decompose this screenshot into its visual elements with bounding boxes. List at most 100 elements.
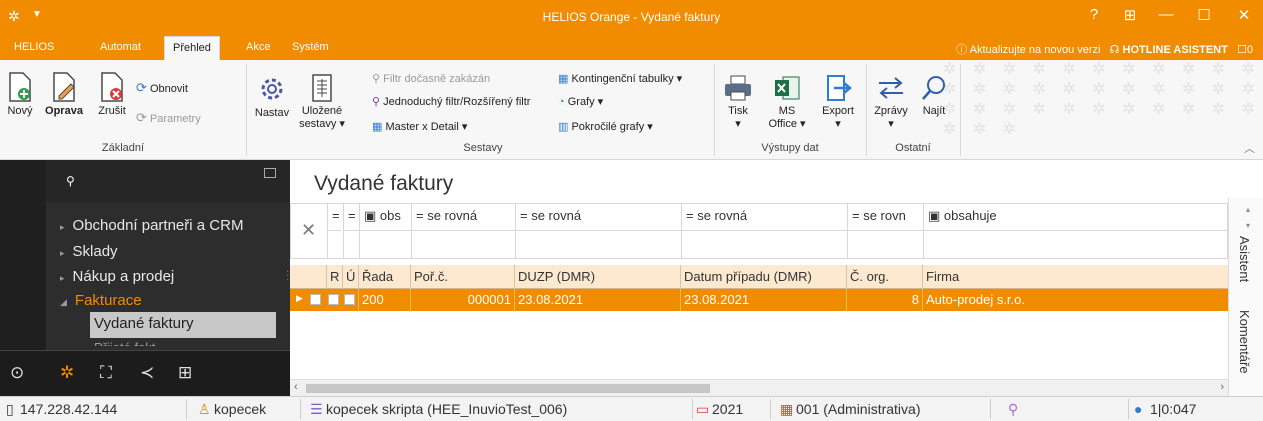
cell-duzp: 23.08.2021 (514, 289, 680, 311)
sidebar-left-strip (0, 160, 46, 350)
filter-operator: ▣ obs (364, 208, 401, 223)
settings-button[interactable]: Nastav (252, 74, 292, 119)
filter-disabled-button[interactable]: ⚲ Filtr dočasně zakázán (372, 72, 490, 85)
favorites-icon[interactable]: ✲ (60, 363, 74, 383)
status-separator (990, 399, 991, 419)
column-header-firma[interactable]: Firma (922, 265, 1228, 289)
filter-datum[interactable]: = se rovná (681, 204, 847, 258)
ribbon-tabs: HELIOS Automat Přehled Akce Systém ⓘ Akt… (0, 36, 1263, 60)
title-bar: ✲ ▼ HELIOS Orange - Vydané faktury ? ⊞ —… (0, 0, 1263, 36)
filter-icon[interactable]: ⚲ (1008, 401, 1018, 418)
column-header-rada[interactable]: Řada (358, 265, 410, 289)
invoice-grid: ✕ = = ▣ obs = se rovná = se rovná = se r… (290, 203, 1228, 396)
export-button[interactable]: Export ▾ (816, 74, 860, 130)
master-detail-button[interactable]: ▦ Master x Detail ▾ (372, 120, 467, 133)
pivot-tables-button[interactable]: ▦ Kontingenční tabulky ▾ (558, 72, 682, 85)
column-header-duzp[interactable]: DUZP (DMR) (514, 265, 680, 289)
group-label-vystupy: Výstupy dat (761, 142, 819, 154)
saved-reports-label-2: sestavy ▾ (299, 118, 345, 130)
saved-reports-button[interactable]: Uložené sestavy ▾ (298, 74, 346, 130)
tree-icon[interactable]: ⛶ (100, 363, 112, 383)
sidebar-subitem-vydane-faktury[interactable]: Vydané faktury (90, 312, 276, 338)
table-row[interactable]: ▶ 200 000001 23.08.2021 23.08.2021 8 Aut… (290, 289, 1228, 311)
filter-u[interactable]: = (343, 204, 359, 258)
ribbon-display-icon[interactable]: ⊞ (1116, 6, 1144, 24)
scroll-up-down-icon[interactable]: ▴ ▾ (1246, 206, 1250, 230)
messages-label: Zprávy (874, 105, 908, 117)
search-icon[interactable]: ⚲ (66, 174, 75, 188)
filter-corg[interactable]: = se rovn (847, 204, 923, 258)
status-separator (692, 399, 693, 419)
ms-office-button[interactable]: MS Office ▾ (762, 74, 812, 130)
scroll-right-icon[interactable]: › (1220, 381, 1224, 393)
sidebar-resize-grip[interactable]: · · · (286, 267, 289, 285)
sidebar-item-sklady[interactable]: ▸ Sklady (60, 243, 118, 260)
scrollbar-thumb[interactable] (306, 384, 710, 393)
filter-off-icon: ⚲ (372, 73, 381, 85)
tab-system[interactable]: Systém (292, 41, 329, 53)
new-document-icon (9, 72, 31, 102)
sidebar-item-nakup[interactable]: ▸ Nákup a prodej (60, 268, 174, 285)
filter-operator: = se rovná (416, 208, 478, 223)
accounting-year[interactable]: 2021 (712, 401, 743, 417)
cell-datum: 23.08.2021 (680, 289, 846, 311)
tab-asistent[interactable]: Asistent (1237, 236, 1252, 282)
sidebar-item-partners[interactable]: ▸ Obchodní partneři a CRM (60, 217, 243, 234)
filter-r[interactable]: = (327, 204, 341, 258)
tab-komentare[interactable]: Komentáře (1237, 310, 1252, 374)
checkbox-u[interactable] (344, 294, 355, 305)
print-button[interactable]: Tisk ▾ (718, 74, 758, 130)
column-header-porc[interactable]: Poř.č. (410, 265, 514, 289)
expand-arrow-icon: ▸ (60, 248, 65, 258)
collapse-ribbon-icon[interactable]: ︿ (1244, 140, 1255, 156)
parameters-button[interactable]: ⟳ Parametry (136, 110, 201, 126)
column-header-r[interactable]: R (326, 265, 342, 289)
status-separator (1128, 399, 1129, 419)
edit-button[interactable]: Oprava (42, 72, 86, 117)
filter-duzp[interactable]: = se rovná (515, 204, 681, 258)
simple-filter-button[interactable]: ⚲ Jednoduchý filtr/Rozšířený filtr (372, 95, 530, 108)
message-icon[interactable]: ☐ (1237, 44, 1247, 56)
advanced-charts-button[interactable]: ▥ Pokročilé grafy ▾ (558, 120, 653, 133)
cell-rada: 200 (358, 289, 410, 311)
refresh-button[interactable]: ⟳ Obnovit (136, 80, 188, 96)
column-header-corg[interactable]: Č. org. (846, 265, 922, 289)
maximize-button[interactable]: ☐ (1190, 6, 1218, 24)
tab-akce[interactable]: Akce (246, 41, 270, 53)
hotline-assistant-link[interactable]: HOTLINE ASISTENT (1123, 44, 1228, 56)
share-icon[interactable]: ≺ (140, 363, 154, 383)
horizontal-scrollbar[interactable]: ‹ › (290, 379, 1228, 396)
filter-rada[interactable]: ▣ obs (359, 204, 411, 258)
ribbon-background-pattern: ✲ ✲ ✲ ✲ ✲ ✲ ✲ ✲ ✲ ✲ ✲ ✲ ✲ ✲ ✲ ✲ ✲ ✲ ✲ ✲ … (943, 61, 1261, 138)
tab-helios[interactable]: HELIOS (14, 41, 54, 53)
sidebar-search[interactable]: ⚲ (46, 160, 290, 202)
ms-office-label-1: MS (778, 105, 796, 117)
charts-button[interactable]: ◔ Grafy ▾ (558, 95, 603, 108)
organization[interactable]: 001 (Administrativa) (796, 401, 921, 417)
close-button[interactable]: ✕ (1230, 6, 1258, 24)
cell-porc: 000001 (410, 289, 514, 311)
sidebar-item-fakturace[interactable]: ◢ Fakturace (60, 292, 142, 309)
scroll-left-icon[interactable]: ‹ (294, 381, 298, 393)
sidebar-subitem-prijate-faktury[interactable]: Přijaté fakt (94, 340, 155, 346)
group-label-zakladni: Základní (101, 142, 145, 154)
tab-prehled[interactable]: Přehled (164, 36, 220, 60)
messages-button[interactable]: Zprávy ▾ (870, 74, 912, 130)
clear-filter-icon[interactable]: ✕ (301, 220, 316, 241)
update-notice-link[interactable]: ⓘ Aktualizujte na novou verzi (956, 44, 1100, 56)
expand-circle-icon[interactable]: ⊙ (10, 363, 24, 383)
column-header-u[interactable]: Ú (342, 265, 358, 289)
checkbox-r[interactable] (328, 294, 339, 305)
tab-automat[interactable]: Automat (100, 41, 141, 53)
new-button[interactable]: Nový (2, 72, 38, 117)
pin-sidebar-icon[interactable] (264, 168, 276, 178)
filter-porc[interactable]: = se rovná (411, 204, 515, 258)
cancel-button[interactable]: Zrušit (92, 72, 132, 117)
find-button[interactable]: Najít (916, 74, 952, 117)
filter-firma[interactable]: ▣ obsahuje (923, 204, 1227, 258)
row-select-checkbox[interactable] (310, 294, 321, 305)
column-header-datum[interactable]: Datum případu (DMR) (680, 265, 846, 289)
minimize-button[interactable]: — (1152, 6, 1180, 23)
help-button[interactable]: ? (1080, 6, 1108, 23)
grid-icon[interactable]: ⊞ (178, 363, 192, 383)
